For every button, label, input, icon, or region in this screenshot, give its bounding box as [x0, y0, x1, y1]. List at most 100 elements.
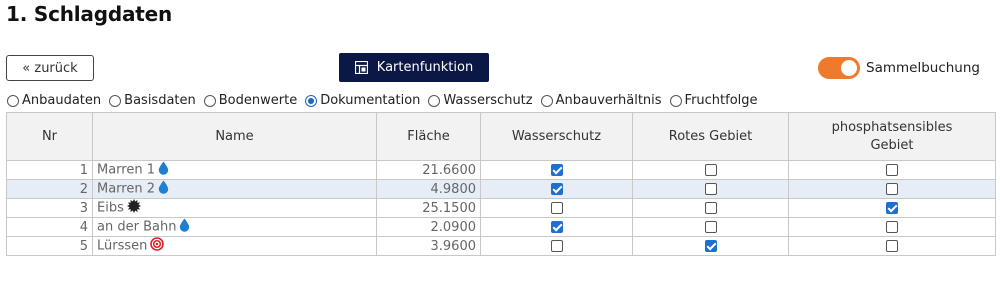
- table-row[interactable]: 5 Lürssen 3.9600: [6, 236, 996, 256]
- rotes-gebiet-checkbox[interactable]: [704, 183, 717, 195]
- header-phos-line1: phosphatsensibles: [831, 119, 953, 135]
- water-drop-icon: [158, 161, 169, 179]
- rotes-gebiet-checkbox[interactable]: [704, 221, 717, 233]
- radio-option-fruchtfolge[interactable]: Fruchtfolge: [669, 93, 758, 108]
- cell-rotes-gebiet: [632, 217, 789, 237]
- radio-option-bodenwerte[interactable]: Bodenwerte: [203, 93, 298, 108]
- wasserschutz-checkbox[interactable]: [550, 240, 563, 252]
- cell-name[interactable]: an der Bahn: [92, 217, 377, 237]
- radio-label: Anbaudaten: [22, 93, 102, 108]
- map-function-label: Kartenfunktion: [376, 60, 474, 75]
- table-row[interactable]: 3 Eibs 25.1500: [6, 198, 996, 218]
- cell-area: 4.9800: [376, 179, 481, 199]
- table-row[interactable]: 2 Marren 2 4.9800: [6, 179, 996, 199]
- view-radio-group: Anbaudaten Basisdaten Bodenwerte Dokumentat…: [7, 93, 766, 108]
- radio-button[interactable]: [7, 94, 19, 107]
- table-row[interactable]: 1 Marren 1 21.6600: [6, 160, 996, 180]
- field-name: an der Bahn: [97, 219, 177, 235]
- radio-button[interactable]: [669, 94, 682, 107]
- cell-nr: 3: [6, 198, 93, 218]
- cell-rotes-gebiet: [632, 179, 789, 199]
- cell-nr: 2: [6, 179, 93, 199]
- radio-label: Basisdaten: [124, 93, 196, 108]
- cell-wasserschutz: [480, 160, 633, 180]
- cell-phosphatsensibles-gebiet: [788, 217, 996, 237]
- water-drop-icon: [158, 180, 169, 198]
- radio-label: Bodenwerte: [218, 93, 298, 108]
- cell-phosphatsensibles-gebiet: [788, 179, 996, 199]
- radio-label: Dokumentation: [320, 93, 421, 108]
- map-function-button[interactable]: Kartenfunktion: [339, 53, 489, 82]
- phosphatsensibles-gebiet-checkbox[interactable]: [886, 183, 898, 195]
- phosphatsensibles-gebiet-checkbox[interactable]: [886, 202, 898, 214]
- cell-rotes-gebiet: [632, 236, 789, 256]
- wasserschutz-checkbox[interactable]: [550, 202, 563, 214]
- radio-option-dokumentation[interactable]: Dokumentation: [305, 93, 420, 108]
- radio-button[interactable]: [428, 94, 441, 107]
- target-icon: [150, 237, 165, 255]
- cell-nr: 4: [6, 217, 93, 237]
- page-title: 1. Schlagdaten: [6, 2, 173, 26]
- wasserschutz-checkbox[interactable]: [550, 183, 563, 195]
- cell-rotes-gebiet: [632, 160, 789, 180]
- cell-wasserschutz: [480, 198, 633, 218]
- header-phos-line2: Gebiet: [870, 137, 914, 153]
- cell-name[interactable]: Marren 1: [92, 160, 377, 180]
- phosphatsensibles-gebiet-checkbox[interactable]: [886, 240, 898, 252]
- cell-area: 25.1500: [376, 198, 481, 218]
- cell-rotes-gebiet: [632, 198, 789, 218]
- radio-option-anbauverhältnis[interactable]: Anbauverhältnis: [540, 93, 662, 108]
- cell-name[interactable]: Lürssen: [92, 236, 377, 256]
- sammelbuchung-label: Sammelbuchung: [866, 60, 980, 76]
- back-button[interactable]: « zurück: [6, 55, 94, 81]
- radio-option-wasserschutz[interactable]: Wasserschutz: [428, 93, 533, 108]
- phosphatsensibles-gebiet-checkbox[interactable]: [886, 164, 898, 176]
- field-name: Marren 1: [97, 162, 155, 178]
- header-nr: Nr: [6, 112, 93, 161]
- gear-burst-icon: [126, 199, 141, 217]
- header-wasserschutz: Wasserschutz: [480, 112, 633, 161]
- field-name: Lürssen: [97, 238, 148, 254]
- radio-button[interactable]: [203, 94, 216, 107]
- cell-area: 21.6600: [376, 160, 481, 180]
- radio-button[interactable]: [540, 94, 553, 107]
- cell-wasserschutz: [480, 236, 633, 256]
- radio-label: Fruchtfolge: [684, 93, 758, 108]
- radio-button[interactable]: [109, 94, 122, 107]
- cell-name[interactable]: Eibs: [92, 198, 377, 218]
- cell-wasserschutz: [480, 217, 633, 237]
- cell-phosphatsensibles-gebiet: [788, 198, 996, 218]
- cell-nr: 5: [6, 236, 93, 256]
- table-header-row: Nr Name Fläche Wasserschutz Rotes Gebiet…: [6, 112, 996, 161]
- header-phosphatsensibles-gebiet: phosphatsensibles Gebiet: [788, 112, 996, 161]
- field-name: Eibs: [97, 200, 124, 216]
- phosphatsensibles-gebiet-checkbox[interactable]: [886, 221, 898, 233]
- field-name: Marren 2: [97, 181, 155, 197]
- cell-wasserschutz: [480, 179, 633, 199]
- cell-phosphatsensibles-gebiet: [788, 236, 996, 256]
- cell-name[interactable]: Marren 2: [92, 179, 377, 199]
- field-table: Nr Name Fläche Wasserschutz Rotes Gebiet…: [6, 112, 996, 256]
- header-name: Name: [92, 112, 377, 161]
- radio-label: Anbauverhältnis: [555, 93, 662, 108]
- toggle-knob: [841, 60, 857, 76]
- cell-area: 3.9600: [376, 236, 481, 256]
- cell-phosphatsensibles-gebiet: [788, 160, 996, 180]
- cell-nr: 1: [6, 160, 93, 180]
- sammelbuchung-toggle[interactable]: [818, 57, 860, 79]
- radio-option-basisdaten[interactable]: Basisdaten: [109, 93, 196, 108]
- wasserschutz-checkbox[interactable]: [550, 164, 563, 176]
- radio-label: Wasserschutz: [443, 93, 533, 108]
- water-drop-icon: [179, 218, 190, 236]
- header-rotes-gebiet: Rotes Gebiet: [632, 112, 789, 161]
- radio-option-anbaudaten[interactable]: Anbaudaten: [7, 93, 101, 108]
- radio-button[interactable]: [305, 94, 318, 107]
- cell-area: 2.0900: [376, 217, 481, 237]
- table-row[interactable]: 4 an der Bahn 2.0900: [6, 217, 996, 237]
- rotes-gebiet-checkbox[interactable]: [704, 202, 717, 214]
- rotes-gebiet-checkbox[interactable]: [704, 240, 717, 252]
- rotes-gebiet-checkbox[interactable]: [704, 164, 717, 176]
- map-icon: [354, 60, 368, 75]
- wasserschutz-checkbox[interactable]: [550, 221, 563, 233]
- header-area: Fläche: [376, 112, 481, 161]
